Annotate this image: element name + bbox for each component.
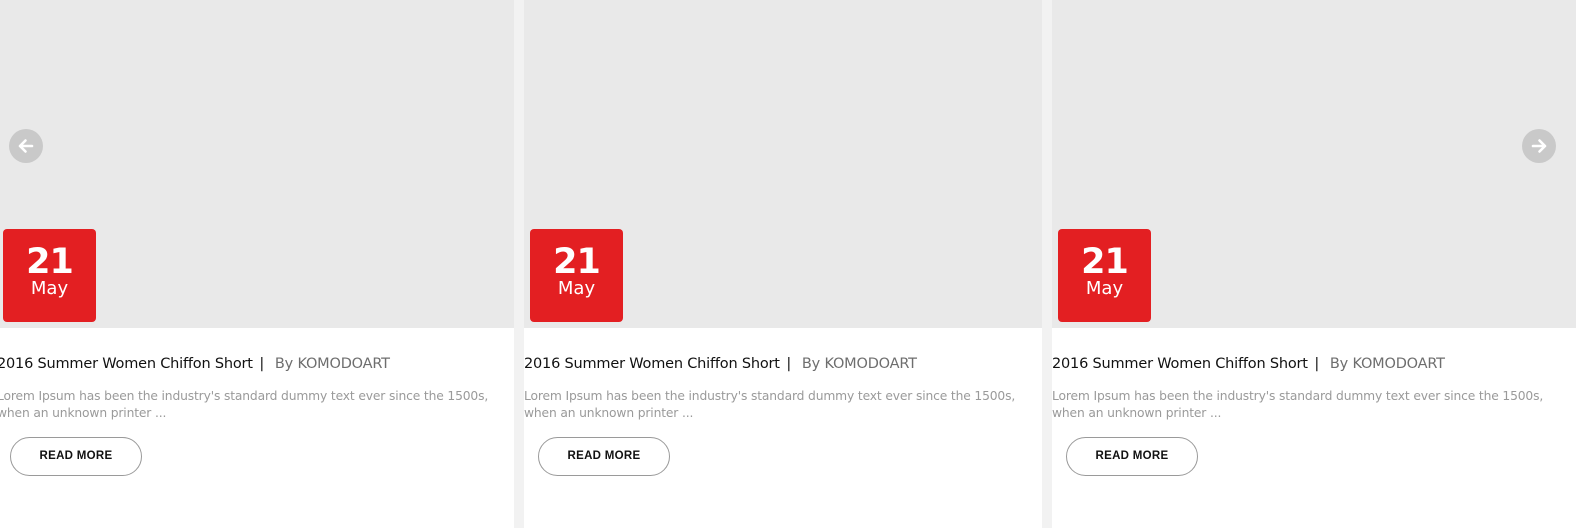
title-separator: | bbox=[786, 356, 792, 372]
title-separator: | bbox=[1314, 356, 1320, 372]
date-month: May bbox=[30, 278, 69, 299]
date-month: May bbox=[1085, 278, 1124, 299]
read-more-button[interactable]: READ MORE bbox=[10, 437, 142, 476]
post-author: By KOMODOART bbox=[801, 356, 917, 372]
blog-post-card: 21 May 2016 Summer Women Chiffon Short |… bbox=[524, 0, 1042, 528]
date-month: May bbox=[557, 278, 596, 299]
date-day: 21 bbox=[553, 242, 601, 282]
carousel-prev-button[interactable] bbox=[9, 129, 43, 163]
blog-carousel: 21 May 2016 Summer Women Chiffon Short |… bbox=[0, 0, 1576, 528]
read-more-button[interactable]: READ MORE bbox=[538, 437, 670, 476]
arrow-left-icon bbox=[18, 139, 34, 153]
post-excerpt: Lorem Ipsum has been the industry's stan… bbox=[524, 389, 1016, 420]
date-badge: 21 May bbox=[1058, 229, 1151, 322]
post-author: By KOMODOART bbox=[274, 356, 390, 372]
carousel-next-button[interactable] bbox=[1522, 129, 1556, 163]
post-title-link[interactable]: 2016 Summer Women Chiffon Short bbox=[0, 356, 253, 372]
date-badge: 21 May bbox=[530, 229, 623, 322]
date-day: 21 bbox=[1081, 242, 1129, 282]
post-title-line: 2016 Summer Women Chiffon Short | By KOM… bbox=[1052, 354, 1445, 374]
post-author: By KOMODOART bbox=[1329, 356, 1445, 372]
arrow-right-icon bbox=[1531, 139, 1547, 153]
blog-post-card: 21 May 2016 Summer Women Chiffon Short |… bbox=[0, 0, 514, 528]
date-badge: 21 May bbox=[3, 229, 96, 322]
post-excerpt: Lorem Ipsum has been the industry's stan… bbox=[1052, 389, 1544, 420]
title-separator: | bbox=[259, 356, 265, 372]
blog-post-card: 21 May 2016 Summer Women Chiffon Short |… bbox=[1052, 0, 1576, 528]
post-title-link[interactable]: 2016 Summer Women Chiffon Short bbox=[524, 356, 780, 372]
post-title-link[interactable]: 2016 Summer Women Chiffon Short bbox=[1052, 356, 1308, 372]
post-title-line: 2016 Summer Women Chiffon Short | By KOM… bbox=[524, 354, 917, 374]
read-more-button[interactable]: READ MORE bbox=[1066, 437, 1198, 476]
date-day: 21 bbox=[26, 242, 74, 282]
post-excerpt: Lorem Ipsum has been the industry's stan… bbox=[0, 389, 489, 420]
post-title-line: 2016 Summer Women Chiffon Short | By KOM… bbox=[0, 354, 390, 374]
